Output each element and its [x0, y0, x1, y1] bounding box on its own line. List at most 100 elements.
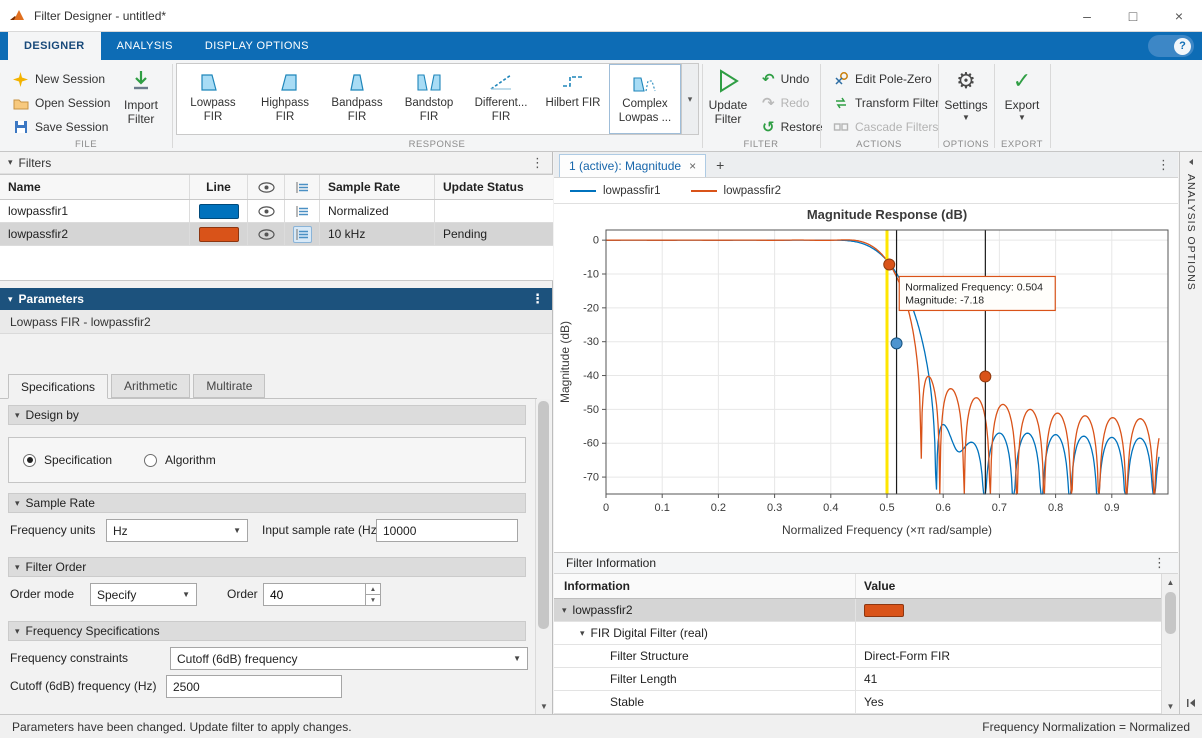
step-up-icon[interactable]: ▲ [366, 584, 380, 595]
sample-rate-section-header[interactable]: ▾ Sample Rate [8, 493, 526, 513]
main-area: ▾ Filters ⋮ Name Line Sample Rate Update… [0, 152, 1202, 714]
scroll-down-icon[interactable]: ▼ [536, 698, 552, 714]
response-lowpass-fir[interactable]: LowpassFIR [177, 64, 249, 134]
figure-tab-magnitude[interactable]: 1 (active): Magnitude × [559, 154, 706, 177]
filters-menu-icon[interactable]: ⋮ [531, 155, 544, 171]
algorithm-radio[interactable] [144, 454, 157, 467]
plot-toggle[interactable] [285, 200, 320, 222]
filter-color-swatch[interactable] [864, 604, 904, 617]
cascade-filters-button[interactable]: Cascade Filters [828, 116, 942, 138]
cutoff-label: Cutoff (6dB) frequency (Hz) [10, 679, 157, 693]
chevron-down-icon: ▼ [962, 113, 970, 123]
order-field[interactable] [264, 584, 365, 605]
specification-radio-label[interactable]: Specification [44, 453, 112, 467]
tab-multirate[interactable]: Multirate [193, 374, 265, 398]
settings-button[interactable]: ⚙ Settings ▼ [940, 66, 992, 123]
response-differentiator-fir[interactable]: Different...FIR [465, 64, 537, 134]
algorithm-radio-label[interactable]: Algorithm [165, 453, 216, 467]
import-filter-label-2: Filter [128, 112, 155, 126]
highpass-response-icon [272, 69, 298, 95]
dock-panel-icon[interactable] [1186, 698, 1196, 708]
response-bandstop-fir[interactable]: BandstopFIR [393, 64, 465, 134]
import-filter-button[interactable]: Import Filter [112, 66, 170, 127]
fi-row-filter[interactable]: ▾lowpassfir2 [554, 599, 1161, 622]
open-session-button[interactable]: Open Session [8, 92, 114, 114]
specification-radio[interactable] [23, 454, 36, 467]
add-figure-tab-button[interactable]: + [716, 157, 724, 173]
data-tip-marker[interactable] [884, 259, 895, 270]
edit-pole-zero-button[interactable]: Edit Pole-Zero [828, 68, 936, 90]
minimize-button[interactable]: – [1064, 0, 1110, 31]
tab-arithmetic[interactable]: Arithmetic [111, 374, 190, 398]
tab-specifications[interactable]: Specifications [8, 374, 108, 399]
tab-designer[interactable]: DESIGNER [8, 32, 101, 60]
y-tick-label: -70 [583, 472, 599, 484]
design-by-section-header[interactable]: ▾ Design by [8, 405, 526, 425]
scroll-down-icon[interactable]: ▼ [1162, 698, 1179, 714]
data-tip-marker[interactable] [891, 338, 902, 349]
gallery-expand-button[interactable]: ▾ [682, 63, 699, 135]
section-label-response: RESPONSE [172, 139, 702, 150]
update-filter-button[interactable]: Update Filter [704, 66, 752, 127]
response-complex-lowpass[interactable]: ComplexLowpas ... [609, 64, 681, 134]
filter-update-status: Pending [435, 223, 553, 245]
import-arrow-icon [129, 66, 153, 96]
response-bandpass-fir[interactable]: BandpassFIR [321, 64, 393, 134]
line-color-swatch[interactable] [199, 227, 239, 242]
expand-icon[interactable]: ▾ [580, 628, 585, 639]
fi-row-filter-type[interactable]: ▾FIR Digital Filter (real) [554, 622, 1161, 645]
fi-row-structure[interactable]: Filter Structure Direct-Form FIR [554, 645, 1161, 668]
tab-analysis[interactable]: ANALYSIS [101, 32, 189, 60]
window-title: Filter Designer - untitled* [34, 9, 166, 23]
legend-item-lowpassfir1[interactable]: lowpassfir1 [570, 185, 661, 197]
close-button[interactable]: × [1156, 0, 1202, 31]
new-session-button[interactable]: New Session [8, 68, 109, 90]
complex-lowpass-response-icon [632, 70, 658, 96]
visibility-toggle[interactable] [248, 223, 285, 245]
frequency-specifications-section-header[interactable]: ▾ Frequency Specifications [8, 621, 526, 641]
line-color-swatch[interactable] [199, 204, 239, 219]
filter-row-lowpassfir2[interactable]: lowpassfir2 10 kHz Pending [0, 223, 553, 246]
redo-button[interactable]: ↷ Redo [758, 92, 813, 114]
input-sample-rate-field[interactable] [376, 519, 518, 542]
cutoff-field[interactable] [166, 675, 342, 698]
parameters-scrollbar: ▼ [535, 399, 551, 714]
response-hilbert-fir[interactable]: Hilbert FIR [537, 64, 609, 134]
bandpass-response-icon [344, 69, 370, 95]
collapse-filters-icon[interactable]: ▾ [8, 157, 13, 168]
filter-order-section-header[interactable]: ▾ Filter Order [8, 557, 526, 577]
x-tick-label: 0.6 [936, 502, 951, 514]
transform-filter-button[interactable]: Transform Filter [828, 92, 943, 114]
analysis-options-strip[interactable]: ANALYSIS OPTIONS [1179, 152, 1202, 714]
collapse-parameters-icon[interactable]: ▾ [8, 294, 13, 305]
filters-panel-title: Filters [19, 156, 52, 170]
filter-row-lowpassfir1[interactable]: lowpassfir1 Normalized [0, 200, 553, 223]
legend-item-lowpassfir2[interactable]: lowpassfir2 [691, 185, 782, 197]
data-tip-marker[interactable] [980, 371, 991, 382]
frequency-units-dropdown[interactable]: Hz ▼ [106, 519, 248, 542]
parameters-menu-icon[interactable]: ⋮ [531, 291, 544, 307]
export-button[interactable]: ✓ Export ▼ [998, 66, 1046, 123]
expand-panel-icon[interactable] [1187, 158, 1195, 166]
step-down-icon[interactable]: ▼ [366, 595, 380, 605]
maximize-button[interactable]: □ [1110, 0, 1156, 31]
figure-menu-icon[interactable]: ⋮ [1157, 157, 1170, 173]
scroll-up-icon[interactable]: ▲ [1162, 574, 1179, 590]
response-highpass-fir[interactable]: HighpassFIR [249, 64, 321, 134]
frequency-constraints-dropdown[interactable]: Cutoff (6dB) frequency ▼ [170, 647, 528, 670]
visibility-toggle[interactable] [248, 200, 285, 222]
tab-display-options[interactable]: DISPLAY OPTIONS [189, 32, 325, 60]
order-mode-dropdown[interactable]: Specify ▼ [90, 583, 197, 606]
expand-icon[interactable]: ▾ [562, 605, 567, 616]
filter-information-menu-icon[interactable]: ⋮ [1153, 555, 1166, 571]
close-tab-icon[interactable]: × [689, 159, 696, 173]
restore-button[interactable]: ↺ Restore [758, 116, 827, 138]
plot-toggle[interactable] [285, 223, 320, 245]
fi-row-length[interactable]: Filter Length 41 [554, 668, 1161, 691]
scrollbar-thumb[interactable] [1165, 592, 1176, 634]
save-session-button[interactable]: Save Session [8, 116, 112, 138]
scrollbar-thumb[interactable] [538, 401, 549, 629]
undo-button[interactable]: ↶ Undo [758, 68, 813, 90]
help-button[interactable]: ? [1148, 35, 1194, 57]
fi-row-stable[interactable]: Stable Yes [554, 691, 1161, 714]
